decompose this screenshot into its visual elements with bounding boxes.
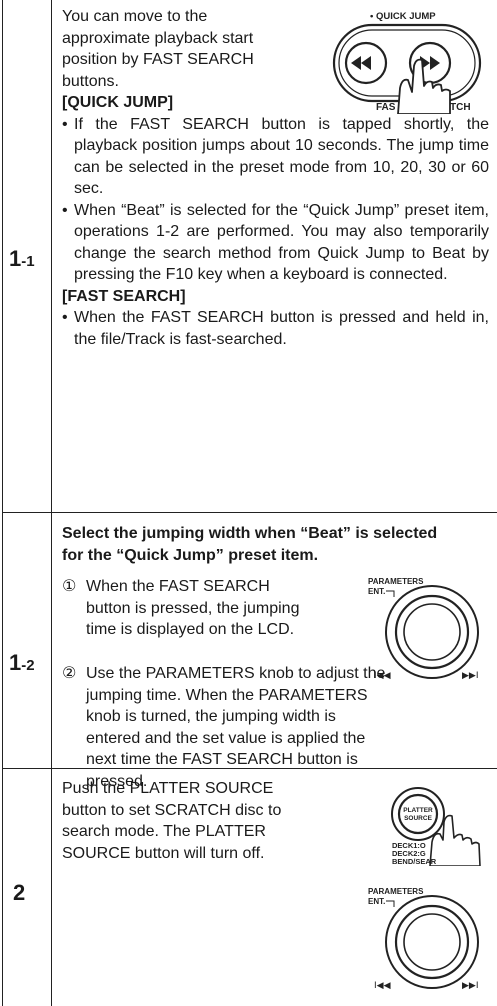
intro-line: position by FAST SEARCH — [62, 51, 254, 68]
bullet-item: • If the FAST SEARCH button is tapped sh… — [62, 114, 489, 200]
step-number-2: 2 — [13, 882, 25, 904]
intro-line: approximate playback start — [62, 29, 254, 47]
intro-line: You can move to the — [62, 8, 208, 25]
bullet-icon: • — [62, 115, 68, 133]
bullet-icon: • — [62, 309, 68, 326]
bullet-icon: • — [62, 201, 68, 219]
knob-ring — [394, 594, 470, 670]
bullet-text: If the FAST SEARCH button is tapped shor… — [74, 115, 489, 198]
item-text: Use the PARAMETERS knob to adjust the ju… — [86, 665, 386, 790]
bullet-text: When the FAST SEARCH button is pressed a… — [74, 309, 489, 348]
figure-label-top: • QUICK JUMP — [370, 11, 436, 22]
bullet-text: When “Beat” is selected for the “Quick J… — [74, 201, 489, 284]
step-main: 1 — [9, 246, 22, 271]
knob-center — [403, 603, 461, 661]
step-sub: -1 — [21, 253, 35, 270]
parameters-label: PARAMETERS — [368, 577, 424, 586]
deck-line: BEND/SEAR — [392, 857, 437, 866]
intro-line: buttons. — [62, 72, 119, 90]
step-marker: ② — [62, 665, 77, 682]
section-1-1-body: [QUICK JUMP] • If the FAST SEARCH button… — [62, 92, 489, 350]
step-marker: ① — [62, 578, 77, 595]
row-divider-1 — [2, 512, 497, 513]
platter-label: PLATTER — [403, 807, 433, 814]
table-left-border — [2, 0, 3, 1006]
bullet-item: • When “Beat” is selected for the “Quick… — [62, 200, 489, 286]
prev-track-icon: I◀◀ — [374, 981, 391, 991]
ent-label: ENT. — [368, 897, 385, 906]
step-main: 1 — [9, 650, 22, 675]
quick-jump-heading: [QUICK JUMP] — [62, 94, 174, 111]
section-2-text: Push the PLATTER SOURCE button to set SC… — [62, 780, 282, 862]
next-track-icon: ▶▶I — [462, 981, 479, 991]
step-sub: -2 — [21, 657, 35, 674]
instruction-table: 1-1 You can move to the approximate play… — [0, 0, 497, 1006]
section-1-2-heading: Select the jumping width when “Beat” is … — [62, 525, 438, 564]
source-label: SOURCE — [404, 815, 432, 822]
section-1-2-item-1: ① When the FAST SEARCH button is pressed… — [62, 576, 312, 641]
section-1-2-item-2: ② Use the PARAMETERS knob to adjust the … — [62, 663, 482, 792]
step-number-1-2: 1-2 — [9, 652, 35, 674]
knob-center — [403, 913, 461, 971]
platter-source-figure: PLATTER SOURCE DECK1:O DECK2:G BEND/SEAR — [388, 780, 488, 866]
table-column-divider — [51, 0, 52, 1006]
step-main: 2 — [13, 880, 26, 905]
item-text: When the FAST SEARCH button is pressed, … — [86, 578, 300, 638]
parameters-knob-figure-2: PARAMETERS ENT. I◀◀ ▶▶I — [366, 884, 486, 994]
step-number-1-1: 1-1 — [9, 248, 35, 270]
knob-outer-ring — [385, 895, 479, 989]
knob-ring — [394, 904, 470, 980]
parameters-label: PARAMETERS — [368, 887, 424, 896]
fast-search-heading: [FAST SEARCH] — [62, 287, 186, 305]
bullet-item: • When the FAST SEARCH button is pressed… — [62, 307, 489, 350]
hand-icon — [429, 814, 481, 866]
platter-source-button — [397, 793, 439, 835]
intro-text: You can move to the approximate playback… — [62, 6, 312, 92]
ent-label: ENT. — [368, 587, 385, 596]
